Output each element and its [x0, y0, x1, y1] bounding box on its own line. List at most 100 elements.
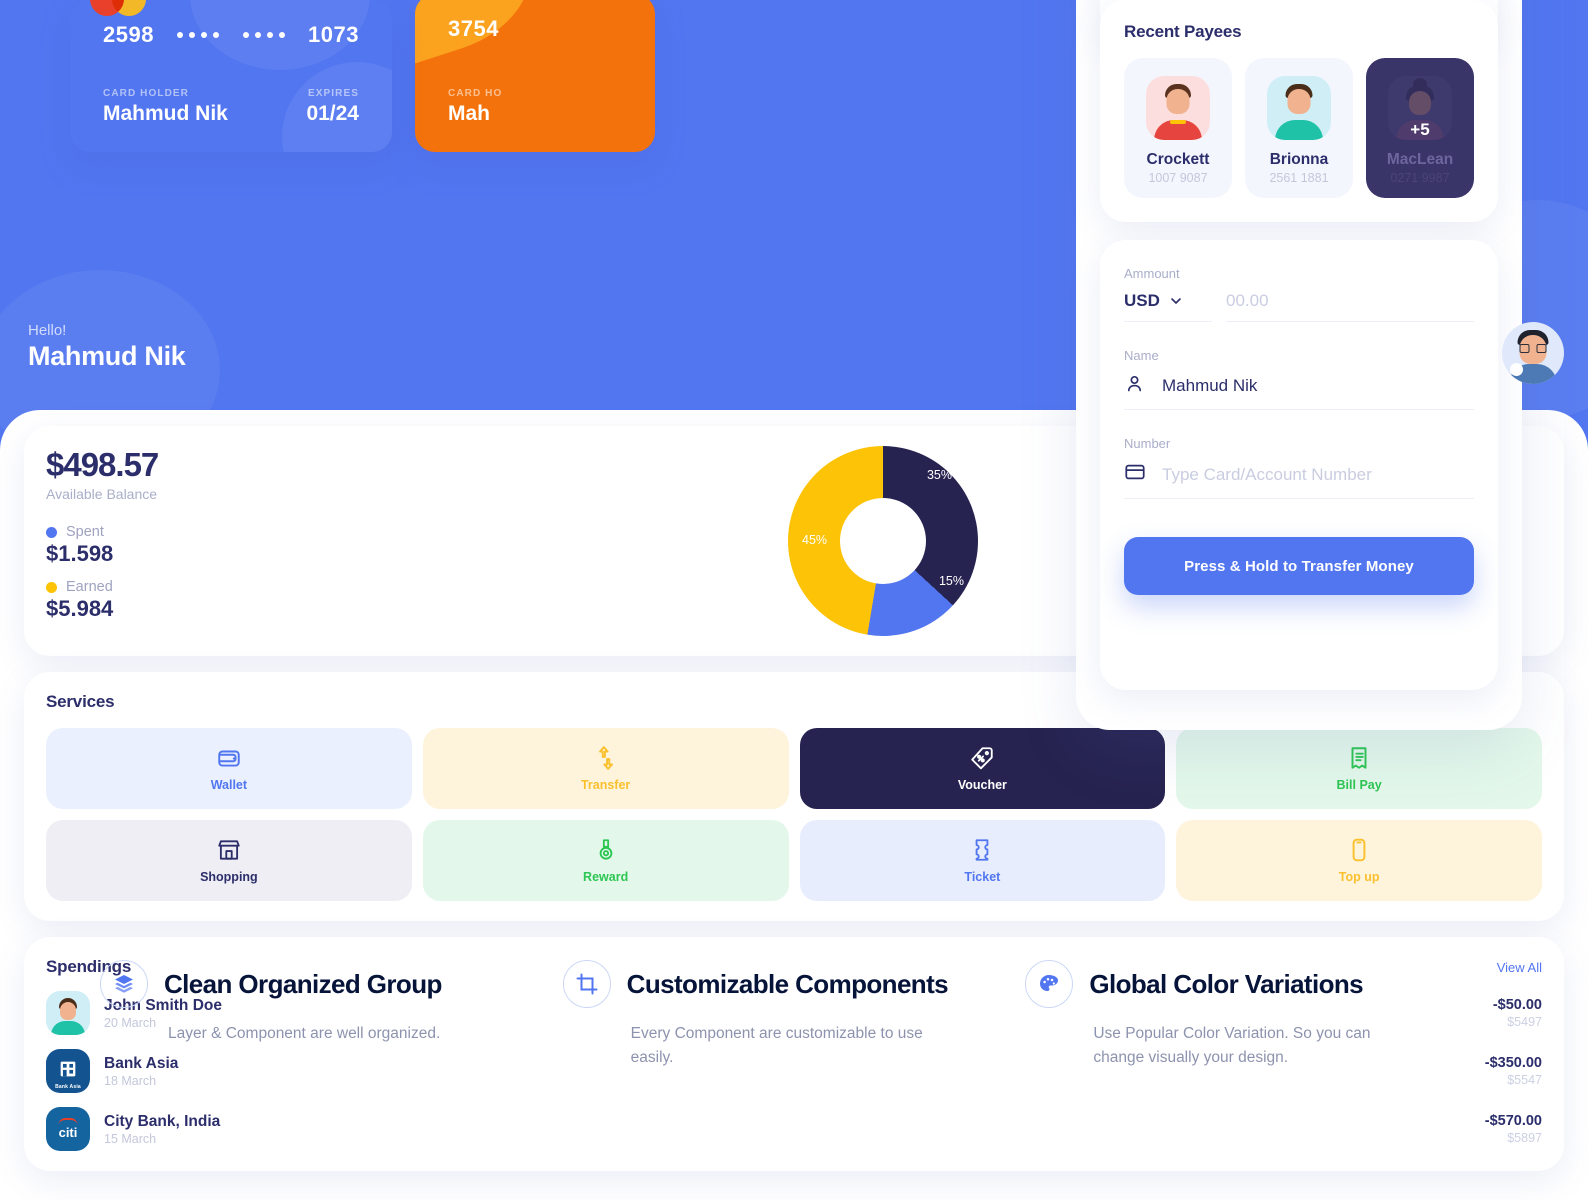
crop-icon	[562, 960, 611, 1008]
layers-glyph	[115, 975, 133, 993]
legend-value-spent: $1.598	[46, 541, 114, 566]
services-grid: Wallet Transfer Voucher Bill Pay Shoppin…	[46, 728, 1542, 901]
amount-label: Ammount	[1124, 266, 1180, 281]
wallet-icon	[218, 750, 240, 767]
legend-value-earned: $5.984	[46, 596, 114, 621]
name-field-group: Name Mahmud Nik	[1124, 348, 1474, 410]
feature-header: Clean Organized Group	[100, 960, 513, 1008]
card-holder-label: CARD HO	[448, 88, 503, 99]
name-input[interactable]: Mahmud Nik	[1162, 376, 1474, 396]
card-number-masked-1	[177, 32, 220, 38]
payee-avatar	[1146, 76, 1210, 140]
card-holder-name: Mah	[448, 102, 490, 125]
service-reward[interactable]: Reward	[422, 820, 789, 901]
card-number-row: 3754	[415, 16, 655, 42]
name-label: Name	[1124, 348, 1159, 363]
service-wallet[interactable]: Wallet	[46, 728, 412, 809]
spending-meta: City Bank, India 15 March	[104, 1112, 1485, 1146]
feature-title: Customizable Components	[626, 968, 949, 999]
chevron-down-icon	[1171, 298, 1181, 304]
donut-chart-container: 35% 15% 45%	[224, 446, 1542, 636]
feature-title: Global Color Variations	[1089, 968, 1364, 999]
spending-date: 15 March	[104, 1131, 157, 1146]
feature-global-color-variations: Global Color Variations Use Popular Colo…	[1025, 960, 1488, 1070]
amount-row: USD 00.00	[1124, 291, 1474, 322]
amount-input[interactable]: 00.00	[1226, 291, 1474, 322]
person-icon	[1124, 373, 1148, 399]
palette-icon	[1025, 960, 1074, 1008]
legend-item-spent: Spent $1.598	[46, 524, 224, 567]
payee-number: 0271 9987	[1390, 171, 1450, 185]
card-number-row: 2598 1073	[70, 22, 392, 48]
balance-row: $498.57 Available Balance Spent $1.598 E…	[46, 446, 1542, 636]
currency-value: USD	[1124, 291, 1160, 310]
card-number-end: 1073	[308, 22, 359, 47]
greeting-block: Hello! Mahmud Nik	[28, 322, 186, 372]
layers-icon	[100, 960, 148, 1008]
payee-avatar	[1267, 76, 1331, 140]
service-transfer[interactable]: Transfer	[422, 728, 789, 809]
balance-card: $498.57 Available Balance Spent $1.598 E…	[24, 426, 1564, 656]
feature-header: Global Color Variations	[1025, 960, 1438, 1008]
card-icon	[1124, 461, 1148, 488]
feature-clean-organized-group: Clean Organized Group Layer & Component …	[100, 960, 563, 1070]
user-name: Mahmud Nik	[28, 341, 186, 371]
feature-body: Use Popular Color Variation. So you can …	[1093, 1025, 1371, 1067]
available-balance-label: Available Balance	[46, 486, 158, 502]
recent-payees-row: Crockett 1007 9087 Brionna 2561 1881 +5 …	[1124, 58, 1474, 198]
number-input[interactable]: Type Card/Account Number	[1162, 465, 1474, 485]
card-footer: CARD HO Mah	[415, 88, 655, 126]
features-section: Clean Organized Group Layer & Component …	[0, 960, 1588, 1070]
right-phone-panel: Mahmud Nik 01/24 Debit $1500.12 Recent P…	[1076, 0, 1522, 730]
spending-name: City Bank, India	[104, 1112, 221, 1130]
amount-field-group: Ammount USD 00.00	[1124, 266, 1474, 322]
credit-card-orange[interactable]: 3754 CARD HO Mah	[415, 0, 655, 152]
shopping-icon	[218, 840, 240, 860]
service-shopping[interactable]: Shopping	[46, 820, 412, 901]
chart-legend: Spent $1.598 Earned $5.984	[46, 524, 224, 622]
card-number-start: 2598	[103, 22, 154, 47]
spending-date: 18 March	[104, 1073, 157, 1088]
recent-payees-title: Recent Payees	[1124, 22, 1242, 41]
name-row: Mahmud Nik	[1124, 373, 1474, 410]
card-number-masked-2	[242, 32, 285, 38]
services-title: Services	[46, 692, 115, 711]
app-screenshot: 3754 CARD HO Mah 2598 1073 CARD HOLDER M…	[0, 0, 1588, 1200]
payee-maclean-more[interactable]: +5 MacLean 0271 9987	[1366, 58, 1474, 198]
available-balance-amount: $498.57	[46, 446, 159, 483]
legend-dot-spent	[46, 526, 57, 538]
feature-header: Customizable Components	[562, 960, 976, 1008]
palette-glyph	[1040, 975, 1059, 991]
legend-label-spent: Spent	[66, 524, 104, 540]
card-holder-label: CARD HOLDER	[103, 88, 189, 99]
feature-customizable-components: Customizable Components Every Component …	[562, 960, 1026, 1070]
legend-label-earned: Earned	[66, 579, 113, 595]
list-item[interactable]: citi City Bank, India 15 March -$570.00 …	[46, 1107, 1542, 1151]
payee-number: 1007 9087	[1148, 171, 1208, 185]
payee-name: Crockett	[1146, 151, 1210, 168]
payee-number: 2561 1881	[1269, 171, 1329, 185]
payee-brionna[interactable]: Brionna 2561 1881	[1245, 58, 1353, 198]
card-expires-value: 01/24	[306, 102, 359, 125]
feature-title: Clean Organized Group	[164, 968, 442, 999]
payee-crockett[interactable]: Crockett 1007 9087	[1124, 58, 1232, 198]
center-content-sheet: $498.57 Available Balance Spent $1.598 E…	[0, 410, 1588, 1200]
greeting-text: Hello!	[28, 322, 67, 339]
currency-select[interactable]: USD	[1124, 291, 1212, 322]
card-holder-name: Mahmud Nik	[103, 102, 228, 125]
number-label: Number	[1124, 436, 1171, 451]
payee-name: Brionna	[1269, 151, 1329, 168]
mastercard-icon	[90, 0, 146, 16]
number-row: Type Card/Account Number	[1124, 461, 1474, 499]
card-number-start: 3754	[448, 16, 499, 41]
legend-item-earned: Earned $5.984	[46, 579, 224, 622]
transfer-money-button[interactable]: Press & Hold to Transfer Money	[1124, 537, 1474, 595]
number-field-group: Number Type Card/Account Number	[1124, 436, 1474, 499]
balance-summary: $498.57 Available Balance Spent $1.598 E…	[46, 446, 224, 636]
services-card: Services Wallet Transfer Voucher Bill Pa…	[24, 672, 1564, 921]
transfer-form-card: Ammount USD 00.00 Name Mahmud Nik Number…	[1100, 240, 1498, 690]
credit-card-blue[interactable]: 2598 1073 CARD HOLDER Mahmud Nik EXPIRES…	[70, 0, 392, 152]
citi-icon: citi	[46, 1107, 90, 1151]
service-label: Shopping	[200, 870, 258, 884]
crop-glyph	[576, 973, 598, 995]
